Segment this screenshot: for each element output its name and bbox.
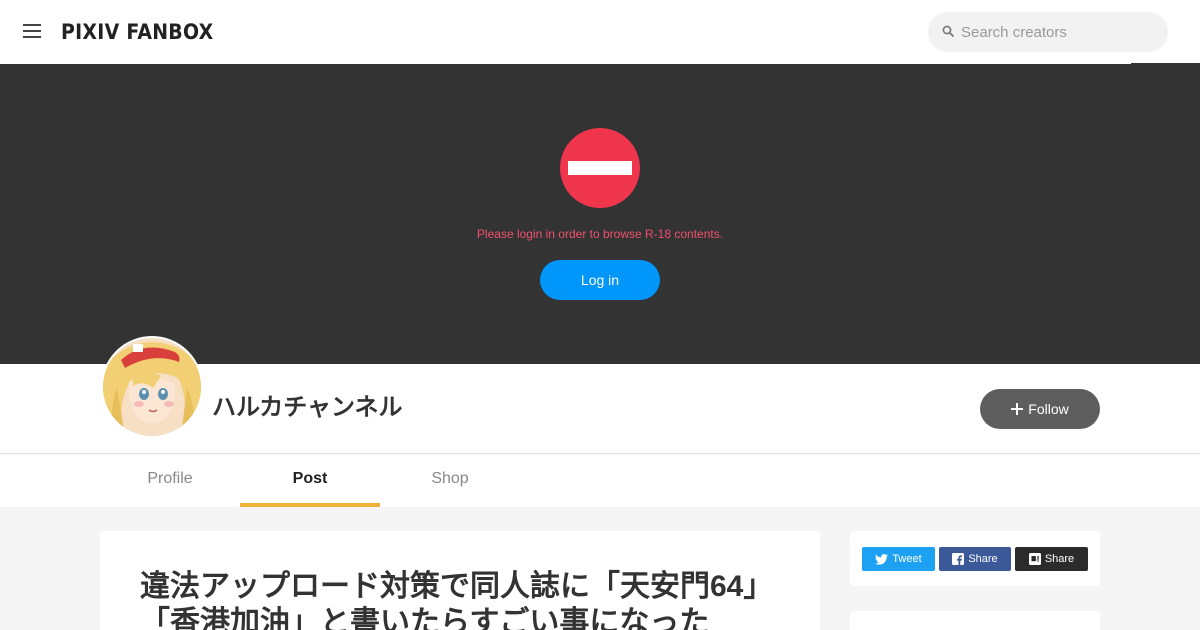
follow-button[interactable]: Follow [980,389,1100,429]
cover-banner: Please login in order to browse R-18 con… [0,63,1200,364]
facebook-icon [952,553,965,565]
twitter-bird-icon [875,553,889,565]
tweet-button[interactable]: Tweet [862,547,935,571]
tab-shop[interactable]: Shop [380,455,520,507]
no-entry-icon [560,128,640,208]
follow-button-label: Follow [1028,401,1069,417]
creator-profile-bar: ハルカチャンネル Follow [0,336,1200,454]
login-button[interactable]: Log in [540,260,660,300]
search-box[interactable] [928,12,1168,52]
search-icon [942,25,954,37]
r18-login-message: Please login in order to browse R-18 con… [476,227,724,241]
tab-post[interactable]: Post [240,455,380,507]
site-logo[interactable]: PIXIV FANBOX [61,19,213,45]
plus-icon [1011,403,1024,415]
creator-avatar[interactable] [101,336,203,438]
hatena-share-label: Share [1044,553,1075,565]
hatena-bookmark-icon [1028,553,1041,565]
sidebar-card [850,611,1100,630]
hatena-share-button[interactable]: Share [1015,547,1088,571]
post-card: 違法アップロード対策で同人誌に「天安門64」「香港加油」と書いたらすごい事になっ… [100,531,820,630]
creator-name[interactable]: ハルカチャンネル [212,393,403,423]
banner-notch [1131,63,1200,65]
tweet-label: Tweet [892,553,922,565]
hamburger-menu-icon[interactable] [23,24,41,38]
search-input[interactable] [961,12,1156,52]
facebook-share-button[interactable]: Share [939,547,1011,571]
avatar-illustration-icon [103,338,201,436]
top-header: PIXIV FANBOX [0,0,1200,64]
tab-profile[interactable]: Profile [100,455,240,507]
post-title: 違法アップロード対策で同人誌に「天安門64」「香港加油」と書いたらすごい事になっ… [140,570,774,630]
creator-tabs: Profile Post Shop [0,455,1200,507]
facebook-share-label: Share [968,553,998,565]
share-card: Tweet Share Share [850,531,1100,586]
